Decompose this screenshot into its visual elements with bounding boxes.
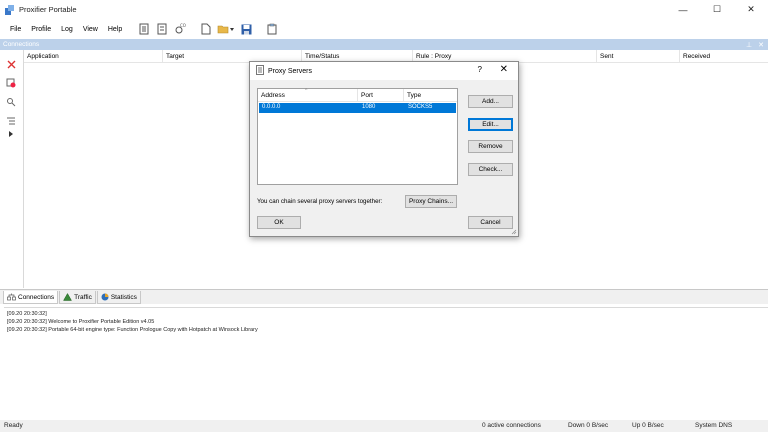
menu-help[interactable]: Help: [103, 26, 127, 33]
find-icon[interactable]: [5, 96, 17, 108]
tab-traffic[interactable]: Traffic: [59, 291, 96, 304]
statistics-icon: [101, 293, 109, 301]
status-bar: Ready 0 active connections Down 0 B/sec …: [0, 420, 768, 432]
help-button[interactable]: ?: [478, 65, 482, 74]
open-profile-icon[interactable]: [216, 21, 236, 37]
proxifier-app-icon: [5, 5, 14, 15]
log-panel[interactable]: [09.20 20:30:32] [09.20 20:30:32] Welcom…: [4, 307, 768, 417]
tab-connections[interactable]: Connections: [3, 291, 59, 304]
menu-file[interactable]: File: [5, 26, 26, 33]
column-application[interactable]: Application: [24, 50, 163, 63]
menu-view[interactable]: View: [78, 26, 103, 33]
connections-icon: [7, 293, 16, 301]
connections-panel-header: Connections ⊥ ✕: [0, 39, 768, 50]
log-line: [09.20 20:30:32] Portable 64-bit engine …: [7, 327, 258, 333]
proxy-chains-button[interactable]: Proxy Chains...: [405, 195, 457, 208]
save-profile-icon[interactable]: [238, 21, 254, 37]
chain-description: You can chain several proxy servers toge…: [257, 198, 383, 205]
name-resolution-icon[interactable]: COM: [172, 21, 188, 37]
proxy-type: SOCKS5: [408, 104, 433, 110]
window-titlebar: Proxifier Portable — ☐ ✕: [0, 0, 768, 19]
dialog-close-button[interactable]: ✕: [500, 64, 508, 75]
proxy-row[interactable]: 0.0.0.0 1080 SOCKS5: [259, 103, 456, 113]
tab-statistics-label: Statistics: [110, 293, 137, 301]
pin-icon[interactable]: ⊥: [746, 41, 752, 49]
dialog-titlebar: Proxy Servers ? ✕: [250, 62, 518, 80]
new-profile-icon[interactable]: [198, 21, 214, 37]
proxy-address: 0.0.0.0: [262, 104, 281, 110]
traffic-icon: [63, 293, 73, 301]
proxy-list-header: Address ^ Port Type: [258, 88, 457, 102]
ok-button[interactable]: OK: [257, 216, 301, 229]
menu-toolbar: File Profile Log View Help COM: [0, 19, 768, 39]
status-dns: System DNS: [695, 422, 733, 429]
tab-connections-label: Connections: [18, 293, 55, 301]
column-type[interactable]: Type: [404, 89, 457, 102]
menu-log[interactable]: Log: [56, 26, 78, 33]
bottom-tab-bar: Connections Traffic Statistics: [0, 289, 768, 304]
status-ready: Ready: [4, 422, 23, 429]
cancel-button[interactable]: Cancel: [468, 216, 513, 229]
edit-button[interactable]: Edit...: [468, 118, 513, 131]
resize-grip-icon[interactable]: [511, 229, 517, 235]
status-download-rate: Down 0 B/sec: [568, 422, 609, 429]
svg-text:COM: COM: [180, 23, 186, 28]
proxy-port: 1080: [362, 104, 376, 110]
window-title: Proxifier Portable: [19, 5, 77, 14]
proxy-servers-list[interactable]: Address ^ Port Type 0.0.0.0 1080 SOCKS5: [257, 88, 458, 185]
close-button[interactable]: ✕: [734, 0, 768, 19]
log-line: [09.20 20:30:32] Welcome to Proxifier Po…: [7, 319, 155, 325]
connections-panel-title: Connections: [3, 41, 40, 48]
add-button[interactable]: Add...: [468, 95, 513, 108]
proxification-rules-icon[interactable]: [154, 21, 170, 37]
status-upload-rate: Up 0 B/sec: [632, 422, 664, 429]
column-received[interactable]: Received: [680, 50, 768, 63]
clipboard-icon[interactable]: [264, 21, 280, 37]
connections-side-toolbar: [0, 50, 22, 288]
sort-arrow-icon: ^: [305, 88, 308, 94]
menu-profile[interactable]: Profile: [26, 26, 56, 33]
dialog-title: Proxy Servers: [268, 67, 312, 75]
expand-arrow-icon[interactable]: [5, 128, 17, 140]
minimize-button[interactable]: —: [666, 0, 700, 19]
log-line: [09.20 20:30:32]: [7, 311, 47, 317]
proxy-servers-dialog: Proxy Servers ? ✕ Address ^ Port Type 0.…: [249, 61, 519, 237]
list-view-icon[interactable]: [5, 115, 17, 127]
column-port[interactable]: Port: [358, 89, 404, 102]
tab-statistics[interactable]: Statistics: [96, 291, 141, 304]
column-sent[interactable]: Sent: [597, 50, 680, 63]
proxy-servers-icon: [256, 65, 264, 77]
check-button[interactable]: Check...: [468, 163, 513, 176]
create-rule-icon[interactable]: [5, 77, 17, 89]
panel-close-icon[interactable]: ✕: [758, 41, 764, 49]
status-active-connections: 0 active connections: [482, 422, 541, 429]
column-address[interactable]: Address: [258, 89, 358, 102]
close-connection-icon[interactable]: [5, 58, 17, 70]
tab-traffic-label: Traffic: [74, 293, 92, 301]
proxy-servers-icon[interactable]: [136, 21, 152, 37]
remove-button[interactable]: Remove: [468, 140, 513, 153]
maximize-button[interactable]: ☐: [700, 0, 734, 19]
